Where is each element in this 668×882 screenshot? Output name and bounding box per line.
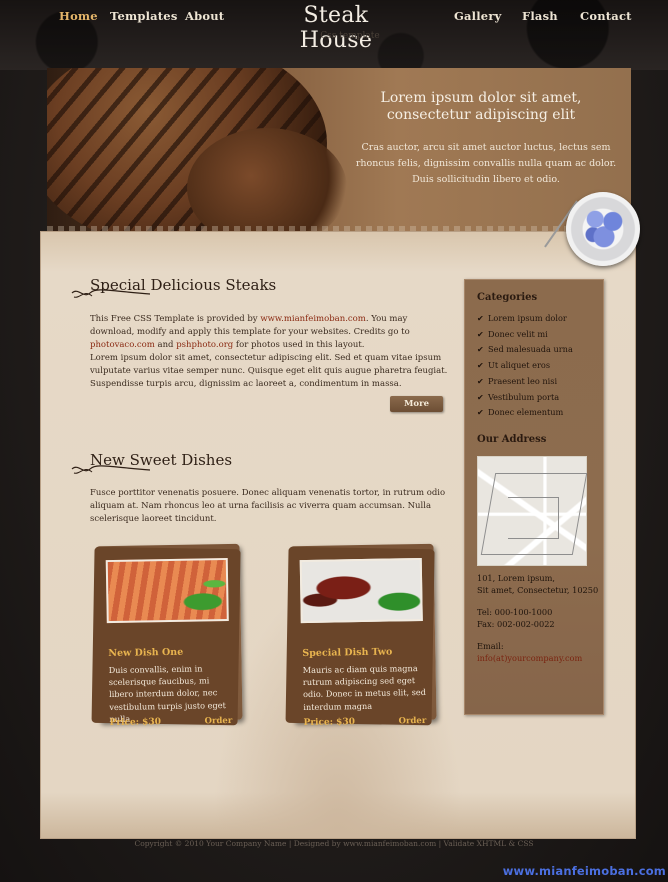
email-link[interactable]: info(at)yourcompany.com: [477, 653, 582, 665]
dish-card-one: New Dish One Duis convallis, enim in sce…: [95, 543, 243, 728]
category-item[interactable]: ✔ Donec velit mi: [477, 327, 573, 343]
dish-one-order-link[interactable]: Order: [204, 716, 232, 726]
check-icon: ✔: [477, 314, 484, 323]
category-label: Lorem ipsum dolor: [488, 313, 567, 323]
site-title: Steak House: [299, 3, 373, 53]
category-label: Ut aliquet eros: [488, 360, 551, 371]
hero-text: Cras auctor, arcu sit amet auctor luctus…: [355, 142, 617, 185]
hero-banner: Lorem ipsum dolor sit amet, consectetur …: [47, 68, 631, 236]
text-span: and: [154, 339, 177, 350]
category-item[interactable]: ✔ Lorem ipsum dolor: [477, 311, 573, 327]
link-mianfeimoban[interactable]: www.mianfeimoban.com: [260, 314, 366, 324]
nav-templates[interactable]: Templates: [110, 9, 178, 23]
nav-gallery[interactable]: Gallery: [454, 9, 501, 23]
nav-about[interactable]: About: [185, 9, 224, 23]
category-item[interactable]: ✔ Sed malesuada urna: [477, 342, 573, 358]
category-item[interactable]: ✔ Praesent leo nisi: [477, 374, 573, 390]
email-label: Email:: [477, 641, 504, 651]
more-button[interactable]: More: [390, 396, 443, 412]
fax: Fax: 002-002-0022: [477, 619, 555, 629]
nav-flash[interactable]: Flash: [522, 9, 558, 23]
telephone: Tel: 000-100-1000: [477, 607, 553, 617]
hero-title: Lorem ipsum dolor sit amet, consectetur …: [380, 90, 582, 123]
flower-icon: [582, 206, 626, 250]
section-title-steaks: Special Delicious Steaks: [90, 276, 277, 294]
categories-list: ✔ Lorem ipsum dolor ✔ Donec velit mi ✔ Sed …: [477, 311, 573, 421]
dish-one-price: Price: $30: [109, 717, 162, 729]
sidebar: Categories ✔ Lorem ipsum dolor ✔ Donec vel…: [464, 279, 604, 715]
category-label: Sed malesuada urna: [488, 344, 573, 355]
dish-one-title[interactable]: New Dish One: [108, 647, 183, 659]
section1-paragraph2: Lorem ipsum dolor sit amet, consectetur …: [90, 353, 448, 389]
dish-one-image: [105, 557, 229, 624]
dish-card-two: Special Dish Two Mauris ac diam quis mag…: [289, 543, 437, 728]
category-item[interactable]: ✔ Ut aliquet eros: [477, 358, 573, 374]
dish-two-title[interactable]: Special Dish Two: [302, 646, 392, 659]
nav-home[interactable]: Home: [59, 9, 98, 23]
flower-plate-image: [566, 192, 640, 266]
address-line2: Sit amet, Consectetur, 10250: [477, 585, 599, 595]
category-label: Donec elementum: [488, 407, 564, 418]
location-map[interactable]: [477, 456, 587, 566]
nav-contact[interactable]: Contact: [580, 9, 632, 23]
site-tagline: Css template: [320, 31, 380, 41]
text-span: This Free CSS Template is provided by: [90, 314, 261, 324]
check-icon: ✔: [477, 345, 484, 355]
category-label: Vestibulum porta: [488, 391, 560, 402]
dish-two-order-link[interactable]: Order: [398, 716, 426, 726]
text-span: for photos used in this layout.: [233, 339, 365, 350]
dish-two-image: [299, 557, 423, 624]
category-item[interactable]: ✔ Donec elementum: [477, 405, 573, 421]
check-icon: ✔: [477, 329, 484, 339]
category-label: Donec velit mi: [488, 328, 548, 339]
watermark: www.mianfeimoban.com: [502, 864, 666, 878]
categories-heading: Categories: [477, 292, 538, 303]
check-icon: ✔: [477, 376, 484, 386]
address-heading: Our Address: [477, 434, 547, 445]
address-line1: 101, Lorem ipsum,: [477, 573, 556, 583]
link-photovaco[interactable]: photovaco.com: [90, 340, 155, 350]
footer-text: Copyright © 2010 Your Company Name | Des…: [134, 839, 534, 848]
check-icon: ✔: [477, 392, 484, 402]
check-icon: ✔: [477, 408, 484, 418]
category-item[interactable]: ✔ Vestibulum porta: [477, 390, 573, 406]
dish-two-text: Mauris ac diam quis magna rutrum adipisc…: [302, 663, 427, 712]
steak-image-detail: [187, 128, 347, 236]
section-title-dishes: New Sweet Dishes: [90, 451, 233, 469]
link-pshphoto[interactable]: pshphoto.org: [176, 340, 233, 350]
category-label: Praesent leo nisi: [488, 375, 558, 386]
section1-paragraph1: This Free CSS Template is provided by ww…: [90, 313, 448, 351]
section2-paragraph: Fusce porttitor venenatis posuere. Donec…: [90, 488, 446, 524]
check-icon: ✔: [477, 361, 484, 371]
dish-two-price: Price: $30: [303, 717, 356, 729]
